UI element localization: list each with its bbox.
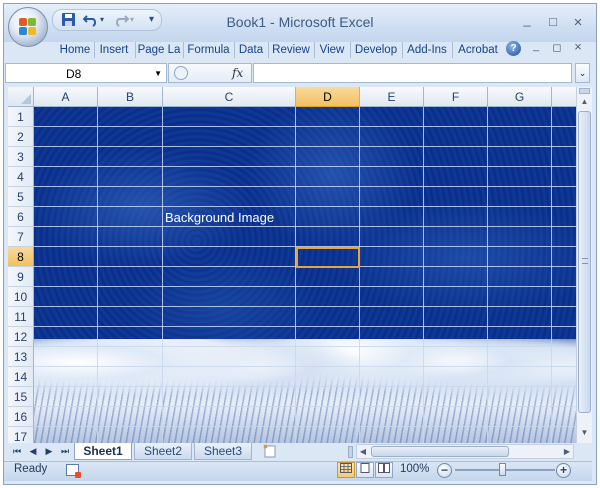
row-header-5[interactable]: 5 xyxy=(8,187,34,207)
next-sheet-icon[interactable]: ▶ xyxy=(44,446,54,457)
horizontal-scrollbar[interactable]: ◀ ▶ xyxy=(356,444,574,459)
row-header-12[interactable]: 12 xyxy=(8,327,34,347)
page-layout-view-button[interactable] xyxy=(356,462,374,478)
scroll-down-icon[interactable]: ▼ xyxy=(578,426,591,440)
scroll-up-icon[interactable]: ▲ xyxy=(578,95,591,109)
column-header-f[interactable]: F xyxy=(424,87,488,107)
row-header-17[interactable]: 17 xyxy=(8,427,34,443)
column-header-c[interactable]: C xyxy=(163,87,296,107)
worksheet-grid[interactable]: A B C D E F G 1 2 3 4 5 6 7 8 9 10 11 12… xyxy=(8,87,576,443)
zoom-in-button[interactable]: + xyxy=(556,463,571,478)
split-handle[interactable] xyxy=(579,88,590,94)
name-box[interactable]: D8 ▼ xyxy=(5,63,167,83)
vertical-scrollbar[interactable]: ▲ ▼ xyxy=(576,87,592,443)
row-header-9[interactable]: 9 xyxy=(8,267,34,287)
formula-input[interactable] xyxy=(253,63,572,83)
vertical-scroll-thumb[interactable] xyxy=(578,111,591,413)
row-header-8[interactable]: 8 xyxy=(8,247,34,267)
expand-formula-bar-button[interactable]: ⌄ xyxy=(575,63,590,83)
tab-page-layout[interactable]: Page La xyxy=(137,38,181,62)
row-header-2[interactable]: 2 xyxy=(8,127,34,147)
cell-c5[interactable]: Background Image xyxy=(165,210,274,225)
macro-record-icon[interactable] xyxy=(66,464,81,478)
tab-split-handle[interactable] xyxy=(348,446,353,458)
row-header-16[interactable]: 16 xyxy=(8,407,34,427)
row-header-7[interactable]: 7 xyxy=(8,227,34,247)
tab-home[interactable]: Home xyxy=(58,38,92,62)
tab-review[interactable]: Review xyxy=(270,38,312,62)
active-cell-d8[interactable] xyxy=(296,247,360,268)
chevron-down-icon[interactable]: ▼ xyxy=(154,69,162,78)
workbook-restore-button[interactable]: ◻ xyxy=(551,41,563,54)
column-header-a[interactable]: A xyxy=(34,87,98,107)
insert-function-button[interactable]: fx xyxy=(232,66,243,80)
tab-formulas[interactable]: Formula xyxy=(185,38,232,62)
normal-view-button[interactable] xyxy=(337,462,355,478)
scroll-left-icon[interactable]: ◀ xyxy=(357,445,369,458)
cells-area[interactable]: Background Image xyxy=(34,107,576,443)
background-image-snow xyxy=(34,339,576,443)
workbook-close-button[interactable]: × xyxy=(572,39,584,54)
scroll-right-icon[interactable]: ▶ xyxy=(561,445,573,458)
tab-data[interactable]: Data xyxy=(236,38,266,62)
column-header-d[interactable]: D xyxy=(296,87,360,107)
tab-acrobat[interactable]: Acrobat xyxy=(454,38,502,62)
row-header-15[interactable]: 15 xyxy=(8,387,34,407)
row-header-6[interactable]: 6 xyxy=(8,207,34,227)
window-title: Book1 - Microsoft Excel xyxy=(226,14,374,30)
page-break-view-button[interactable] xyxy=(375,462,393,478)
row-header-14[interactable]: 14 xyxy=(8,367,34,387)
sheet-tab-sheet3[interactable]: Sheet3 xyxy=(194,443,252,460)
office-button[interactable] xyxy=(8,7,48,47)
name-box-value: D8 xyxy=(66,67,82,81)
row-header-3[interactable]: 3 xyxy=(8,147,34,167)
workbook-minimize-button[interactable]: _ xyxy=(530,40,542,52)
minimize-button[interactable]: _ xyxy=(520,12,534,27)
status-ready: Ready xyxy=(14,463,48,475)
column-header-b[interactable]: B xyxy=(98,87,163,107)
tab-insert[interactable]: Insert xyxy=(96,38,132,62)
row-header-11[interactable]: 11 xyxy=(8,307,34,327)
column-header-e[interactable]: E xyxy=(360,87,424,107)
select-all-button[interactable] xyxy=(8,87,34,107)
row-header-10[interactable]: 10 xyxy=(8,287,34,307)
formula-tools: fx xyxy=(168,63,252,83)
insert-sheet-icon[interactable] xyxy=(262,444,278,458)
office-logo-icon xyxy=(19,18,37,36)
zoom-slider-thumb[interactable] xyxy=(499,463,506,476)
row-header-1[interactable]: 1 xyxy=(8,107,34,127)
row-header-13[interactable]: 13 xyxy=(8,347,34,367)
column-header-g[interactable]: G xyxy=(488,87,552,107)
sheet-tab-sheet2[interactable]: Sheet2 xyxy=(134,443,192,460)
zoom-out-button[interactable]: − xyxy=(437,463,452,478)
horizontal-scroll-thumb[interactable] xyxy=(371,446,509,457)
sheet-tab-sheet1[interactable]: Sheet1 xyxy=(74,443,132,460)
tab-view[interactable]: View xyxy=(316,38,348,62)
last-sheet-icon[interactable]: ⏭ xyxy=(60,446,70,457)
formula-grip-icon xyxy=(174,66,188,80)
maximize-button[interactable]: □ xyxy=(546,14,560,29)
column-header-h-partial[interactable] xyxy=(552,87,576,107)
tab-developer[interactable]: Develop xyxy=(352,38,400,62)
tab-add-ins[interactable]: Add-Ins xyxy=(404,38,450,62)
close-button[interactable]: × xyxy=(571,14,585,31)
prev-sheet-icon[interactable]: ◀ xyxy=(28,446,38,457)
zoom-level[interactable]: 100% xyxy=(400,463,429,475)
first-sheet-icon[interactable]: ⏮ xyxy=(12,446,22,457)
row-header-4[interactable]: 4 xyxy=(8,167,34,187)
help-icon[interactable]: ? xyxy=(506,41,521,56)
